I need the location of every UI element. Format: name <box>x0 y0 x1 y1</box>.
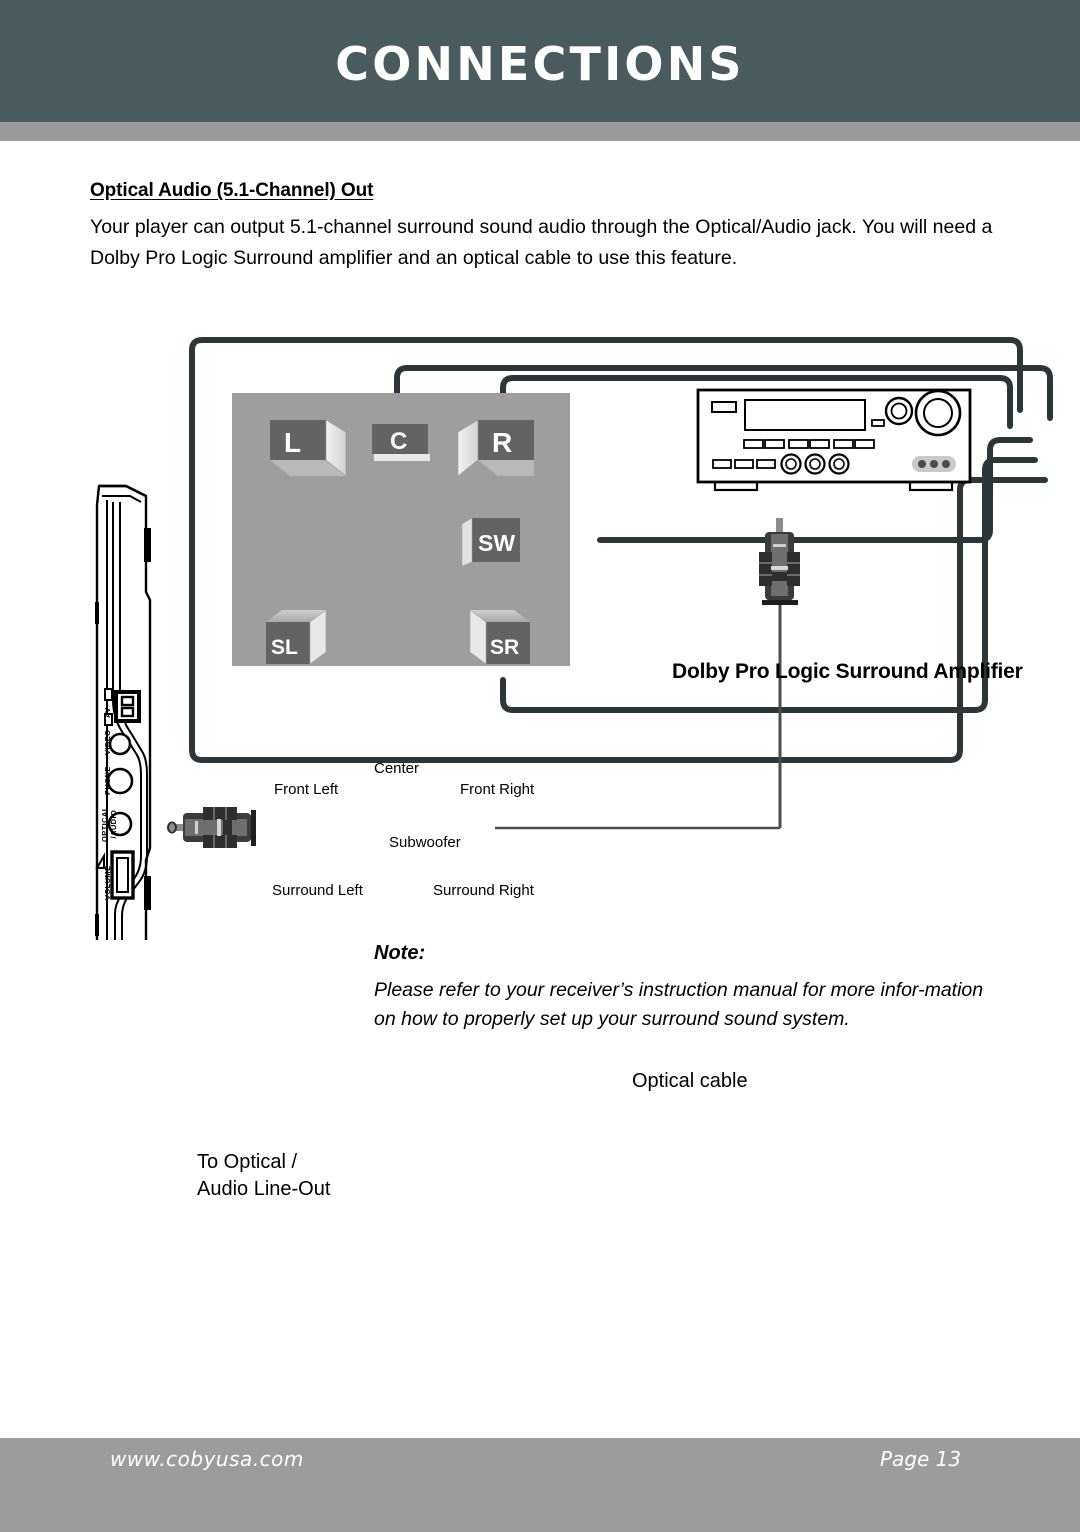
port-label-optical-audio: OPTICAL /AUDIO <box>100 806 118 842</box>
section-heading: Optical Audio (5.1-Channel) Out <box>90 180 374 201</box>
optical-jack-label-line1: To Optical / <box>197 1151 298 1173</box>
optical-jack-label: To Optical / Audio Line-Out <box>197 1149 330 1203</box>
speaker-subwoofer: SW <box>461 517 520 567</box>
note-text: Please refer to your receiver’s instruct… <box>374 979 984 1030</box>
speaker-label-subwoofer: Subwoofer <box>389 834 461 851</box>
svg-text:SL: SL <box>271 636 298 659</box>
page-title: CONNECTIONS <box>335 37 745 91</box>
connection-diagram: L C R SW SL SR Dolby Pro Logic Surround … <box>0 300 1080 1200</box>
port-label-volume: VOLUME <box>103 865 112 900</box>
note-label: Note: <box>374 942 426 964</box>
footer-page-number: Page 13 <box>880 1447 962 1471</box>
svg-text:R: R <box>492 427 512 458</box>
speaker-label-surround-left: Surround Left <box>272 882 363 899</box>
svg-text:SR: SR <box>490 636 519 659</box>
optical-plug-amp-end <box>759 518 800 605</box>
port-label-video: VIDEO <box>103 729 112 755</box>
header-rule <box>0 122 1080 141</box>
port-label-phone: PHONE <box>103 766 112 795</box>
section-paragraph: Your player can output 5.1-channel surro… <box>90 216 993 269</box>
amplifier-unit <box>696 388 972 492</box>
optical-jack-label-line2: Audio Line-Out <box>197 1178 331 1200</box>
svg-text:L: L <box>284 427 301 458</box>
svg-text:C: C <box>390 428 407 455</box>
speaker-label-front-right: Front Right <box>460 781 535 798</box>
optical-plug-player-end <box>167 807 256 848</box>
speaker-label-center: Center <box>374 760 420 777</box>
speaker-surround-right: SR <box>469 609 530 665</box>
amplifier-title-label: Dolby Pro Logic Surround Amplifier <box>672 660 1023 683</box>
footer-website-url[interactable]: www.cobyusa.com <box>110 1447 304 1471</box>
speaker-label-surround-right: Surround Right <box>433 882 534 899</box>
svg-text:SW: SW <box>478 530 515 556</box>
speaker-front-left: L <box>270 419 347 477</box>
speaker-label-front-left: Front Left <box>274 781 339 798</box>
optical-cable-label: Optical cable <box>632 1070 748 1092</box>
speaker-surround-left: SL <box>266 609 327 665</box>
speaker-center: C <box>372 424 430 461</box>
port-label-av: AV <box>103 707 112 718</box>
